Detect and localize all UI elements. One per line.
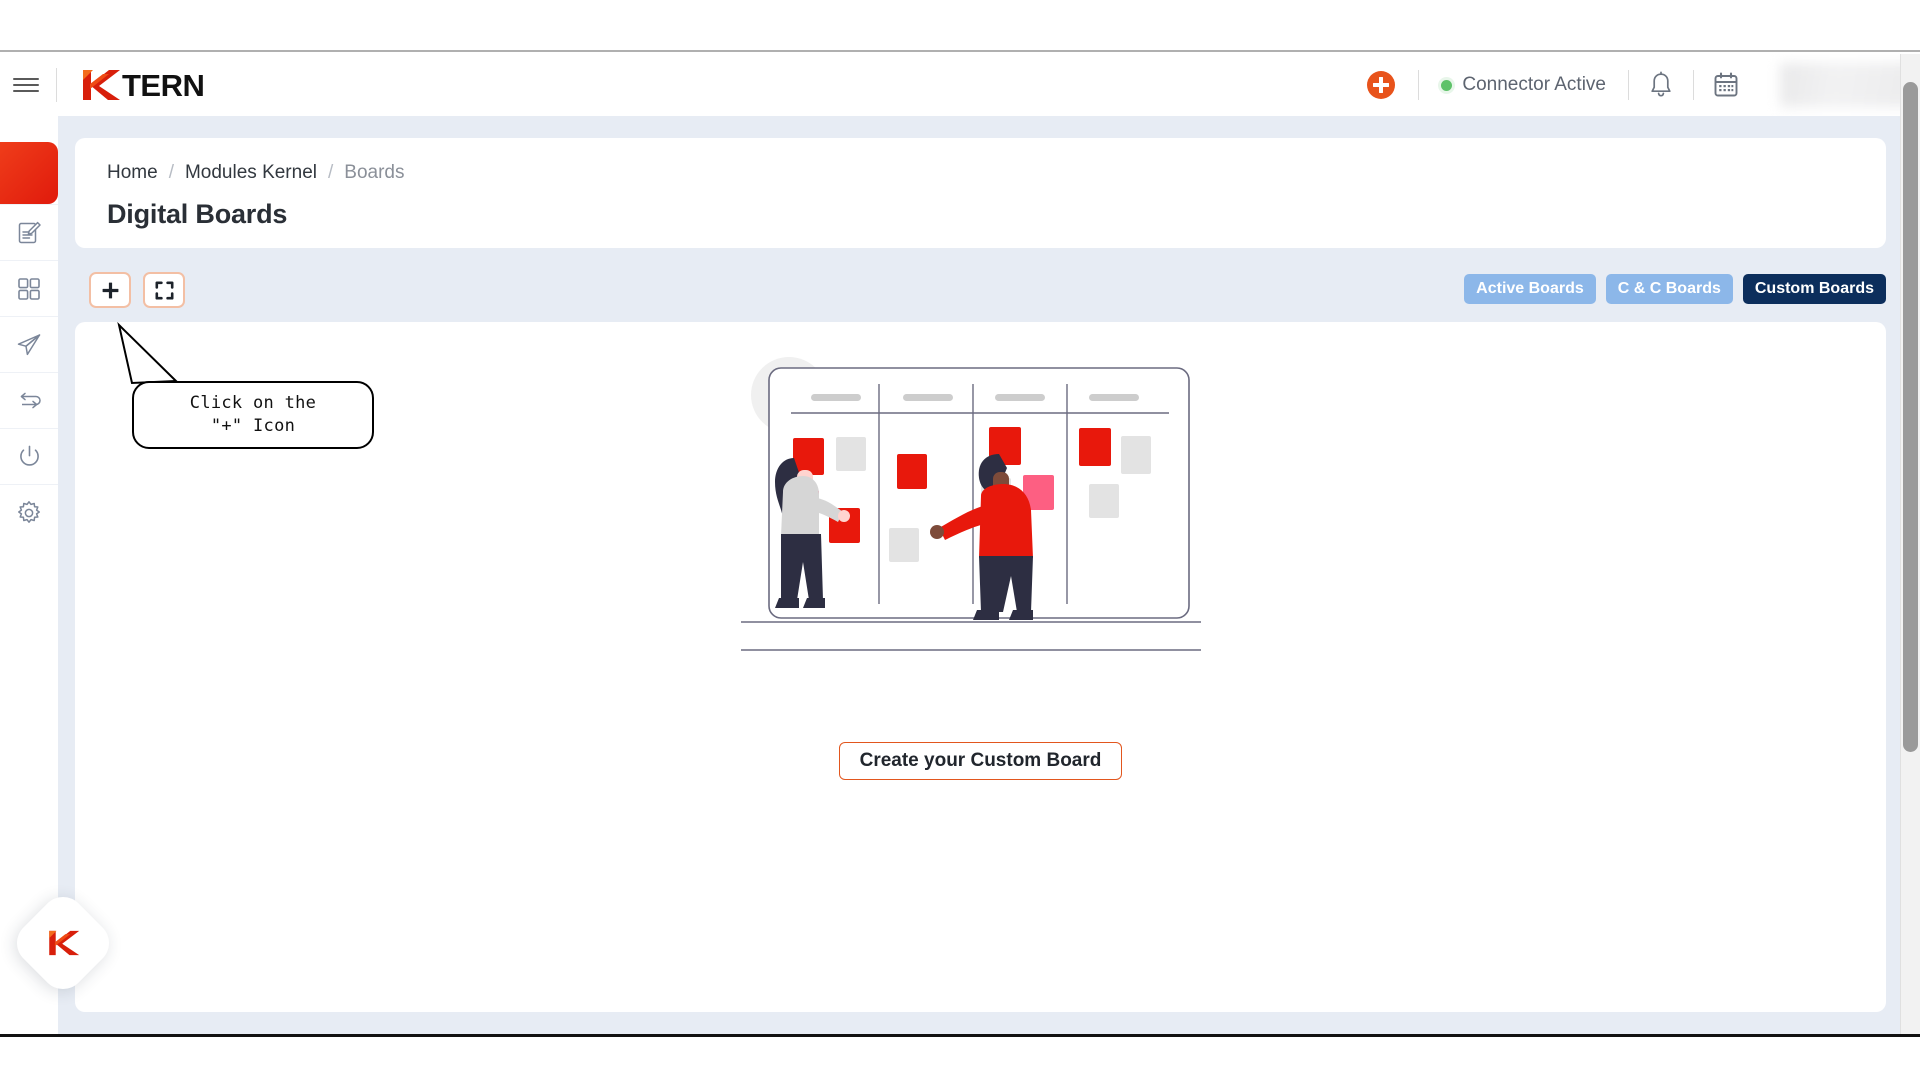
sync-arrows-icon bbox=[20, 392, 41, 408]
browser-chrome-strip bbox=[0, 0, 1920, 52]
calendar-button[interactable] bbox=[1694, 54, 1758, 116]
user-profile-avatar[interactable] bbox=[1780, 63, 1920, 107]
page-title-card: Home / Modules Kernel / Boards Digital B… bbox=[75, 138, 1886, 248]
sidebar-item-sync[interactable] bbox=[0, 372, 58, 428]
hamburger-bar-1 bbox=[13, 78, 39, 80]
callout-line-2: "+" Icon bbox=[210, 416, 296, 436]
create-custom-board-button[interactable]: Create your Custom Board bbox=[838, 742, 1123, 780]
plus-icon bbox=[102, 282, 118, 298]
floating-button-inner bbox=[46, 929, 80, 957]
sidebar-item-send[interactable] bbox=[0, 316, 58, 372]
breadcrumb-home[interactable]: Home bbox=[107, 162, 158, 184]
power-icon bbox=[19, 445, 39, 466]
paper-plane-icon bbox=[17, 333, 41, 355]
page-title: Digital Boards bbox=[107, 199, 288, 229]
sidebar-item-apps[interactable] bbox=[0, 260, 58, 316]
brand-logo[interactable]: TERN bbox=[79, 67, 205, 103]
toolbar-left-actions bbox=[89, 272, 185, 308]
toolbar: Active Boards C & C Boards Custom Boards bbox=[75, 264, 1886, 318]
filter-cc-boards[interactable]: C & C Boards bbox=[1605, 274, 1733, 304]
breadcrumb: Home / Modules Kernel / Boards bbox=[107, 162, 404, 184]
sidebar-item-active-block[interactable] bbox=[0, 142, 58, 204]
brand-wordmark: TERN bbox=[122, 67, 205, 103]
calendar-icon bbox=[1714, 72, 1738, 97]
sidebar-rail bbox=[0, 116, 58, 1036]
connector-status-label: Connector Active bbox=[1462, 74, 1606, 95]
breadcrumb-separator-1: / bbox=[168, 162, 174, 183]
connector-status-badge: Connector Active bbox=[1419, 74, 1628, 96]
board-filter-tabs: Active Boards C & C Boards Custom Boards bbox=[1464, 274, 1886, 304]
fullscreen-button[interactable] bbox=[143, 272, 185, 308]
callout-bubble: Click on the "+" Icon bbox=[132, 381, 374, 449]
application-viewport: TERN Connector Active Home / Modules Ker… bbox=[0, 54, 1920, 1036]
header-actions: Connector Active bbox=[1366, 54, 1920, 116]
k-logo-icon bbox=[83, 70, 120, 100]
sidebar-item-settings[interactable] bbox=[0, 484, 58, 540]
breadcrumb-current: Boards bbox=[344, 162, 405, 183]
filter-custom-boards[interactable]: Custom Boards bbox=[1742, 274, 1886, 304]
gear-icon bbox=[18, 500, 40, 523]
hamburger-menu-icon[interactable] bbox=[0, 54, 52, 116]
ktern-k-logo-icon bbox=[49, 930, 80, 956]
hamburger-bar-2 bbox=[13, 84, 39, 86]
breadcrumb-modules-kernel[interactable]: Modules Kernel bbox=[185, 162, 317, 184]
status-dot-icon bbox=[1441, 79, 1453, 91]
notifications-button[interactable] bbox=[1629, 54, 1693, 116]
hamburger-bar-3 bbox=[13, 90, 39, 92]
add-circle-icon[interactable] bbox=[1366, 70, 1396, 100]
annotation-callout: Click on the "+" Icon bbox=[117, 321, 374, 449]
app-header: TERN Connector Active bbox=[0, 54, 1920, 116]
page-scrollbar-thumb[interactable] bbox=[1903, 82, 1918, 752]
add-board-button[interactable] bbox=[89, 272, 131, 308]
breadcrumb-separator-2: / bbox=[328, 162, 334, 183]
page-scrollbar[interactable] bbox=[1900, 54, 1920, 1036]
kanban-board-people-illustration bbox=[740, 357, 1201, 651]
sidebar-item-documents[interactable] bbox=[0, 204, 58, 260]
page-surface: Home / Modules Kernel / Boards Digital B… bbox=[58, 116, 1898, 1036]
sidebar-item-power[interactable] bbox=[0, 428, 58, 484]
page-bottom-area bbox=[0, 1037, 1920, 1080]
filter-active-boards[interactable]: Active Boards bbox=[1464, 274, 1596, 304]
header-divider bbox=[56, 68, 57, 102]
bell-icon bbox=[1651, 71, 1671, 97]
edit-document-icon bbox=[18, 221, 41, 243]
callout-line-1: Click on the bbox=[189, 392, 317, 413]
fullscreen-expand-icon bbox=[155, 281, 173, 299]
grid-apps-icon bbox=[18, 277, 40, 300]
